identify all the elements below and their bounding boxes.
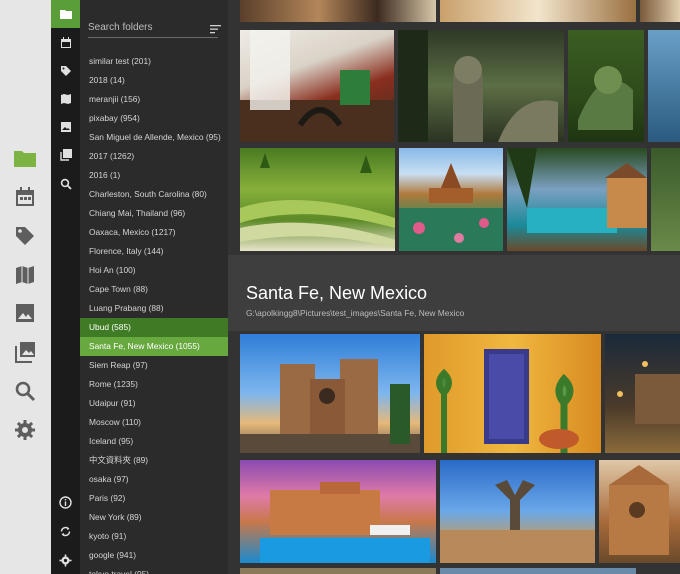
folder-item[interactable]: Siem Reap (97) [80,356,228,375]
photo-thumbnail[interactable] [240,148,395,251]
folder-list: similar test (201) 2018 (14) meranjii (156… [80,52,228,574]
photo-thumbnail[interactable] [440,460,595,563]
gallery-icon[interactable] [10,337,40,367]
sort-icon[interactable] [210,21,224,34]
folder-item[interactable]: google (941) [80,546,228,565]
folder-item[interactable]: Cape Town (88) [80,280,228,299]
folder-item[interactable]: pixabay (954) [80,109,228,128]
photo-thumbnail[interactable] [605,334,680,453]
folder-item[interactable]: Florence, Italy (144) [80,242,228,261]
photo-thumbnail[interactable] [507,148,647,251]
photo-thumbnail[interactable] [398,30,564,142]
map-icon[interactable] [10,260,40,290]
folder-item[interactable]: Luang Prabang (88) [80,299,228,318]
tag-icon[interactable] [10,221,40,251]
folder-item[interactable]: Moscow (110) [80,413,228,432]
outer-nav-rail [0,0,51,574]
folder-item[interactable]: meranjii (156) [80,90,228,109]
folder-item[interactable]: tokyo travel (95) [80,565,228,574]
photo-thumbnail[interactable] [424,334,601,453]
folder-item[interactable]: similar test (201) [80,52,228,71]
gear-icon[interactable] [10,415,40,445]
inner-nav-rail [51,0,80,574]
photo-thumbnail[interactable] [240,568,436,574]
folder-item[interactable]: 中文資料夾 (89) [80,451,228,470]
info-icon[interactable] [51,490,80,514]
folder-item[interactable]: Paris (92) [80,489,228,508]
photo-thumbnail[interactable] [240,0,436,22]
photo-thumbnail[interactable] [440,568,636,574]
folder-item[interactable]: San Miguel de Allende, Mexico (95) [80,128,228,147]
photo-thumbnail[interactable] [568,30,644,142]
folder-item[interactable]: Hoi An (100) [80,261,228,280]
folder-item[interactable]: kyoto (91) [80,527,228,546]
image-icon[interactable] [51,115,80,139]
folder-item[interactable]: 2018 (14) [80,71,228,90]
section-path: G:\apolkingg8\Pictures\test_images\Santa… [246,308,465,318]
folder-item[interactable]: Santa Fe, New Mexico (1055) [80,337,228,356]
photo-thumbnail[interactable] [440,0,636,22]
calendar-icon[interactable] [51,31,80,55]
folder-item[interactable]: Udaipur (91) [80,394,228,413]
folder-item[interactable]: Rome (1235) [80,375,228,394]
folder-item[interactable]: New York (89) [80,508,228,527]
map-icon[interactable] [51,87,80,111]
photo-thumbnail[interactable] [399,148,503,251]
image-icon[interactable] [10,298,40,328]
photo-content: Santa Fe, New Mexico G:\apolkingg8\Pictu… [228,0,680,574]
folder-item[interactable]: 2016 (1) [80,166,228,185]
folder-item[interactable]: Chiang Mai, Thailand (96) [80,204,228,223]
folder-search [88,18,221,38]
folder-item[interactable]: Oaxaca, Mexico (1217) [80,223,228,242]
photo-thumbnail[interactable] [651,148,680,251]
search-icon[interactable] [51,172,80,196]
folder-icon[interactable] [51,0,80,28]
folder-item[interactable]: Charleston, South Carolina (80) [80,185,228,204]
gear-icon[interactable] [51,548,80,572]
folders-panel: similar test (201)2018 (14)meranjii (156… [80,0,228,574]
photo-thumbnail[interactable] [599,460,680,563]
section-title: Santa Fe, New Mexico [246,283,428,303]
folder-item[interactable]: 2017 (1262) [80,147,228,166]
folder-item[interactable]: osaka (97) [80,470,228,489]
photo-thumbnail[interactable] [240,460,436,563]
photo-thumbnail[interactable] [240,334,420,453]
folder-icon[interactable] [10,143,40,173]
folder-item[interactable]: Iceland (95) [80,432,228,451]
tag-icon[interactable] [51,59,80,83]
calendar-icon[interactable] [10,182,40,212]
sync-icon[interactable] [51,519,80,543]
search-icon[interactable] [10,376,40,406]
gallery-icon[interactable] [51,143,80,167]
photo-thumbnail[interactable] [240,30,394,142]
photo-thumbnail[interactable] [648,30,680,142]
folder-item[interactable]: Ubud (585) [80,318,228,337]
search-folders-input[interactable] [88,18,198,37]
photo-thumbnail[interactable] [640,0,680,22]
